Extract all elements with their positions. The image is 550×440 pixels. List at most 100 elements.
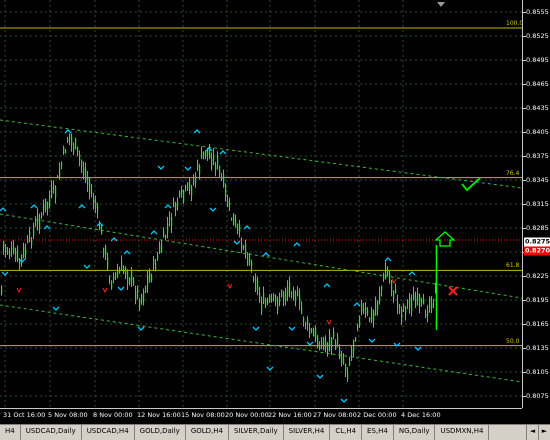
fib-level-label: 61.8 xyxy=(506,262,520,270)
candle-body xyxy=(191,187,193,197)
fractal-up-icon xyxy=(78,204,86,209)
current-price-tag: 0.8275 xyxy=(524,237,550,247)
candle-body xyxy=(377,300,379,310)
candle-body xyxy=(215,164,217,171)
chart-tab[interactable]: ES,H4 xyxy=(362,425,394,440)
candle-body xyxy=(257,280,259,290)
chart-tab[interactable]: CL,H4 xyxy=(330,425,363,440)
candle-body xyxy=(23,245,25,257)
candle-body xyxy=(311,328,313,332)
tab-scroll-arrows: ◄ ► xyxy=(526,425,550,440)
price-chart[interactable]: 100.0 76.4 61.8 50.0 xyxy=(0,0,523,408)
candle-body xyxy=(31,240,33,246)
chart-canvas[interactable] xyxy=(0,0,522,408)
candle-body xyxy=(163,230,165,238)
chart-tab[interactable]: H4 xyxy=(0,425,21,440)
price-tick-mark xyxy=(523,300,526,301)
chart-tab[interactable]: SILVER,H4 xyxy=(284,425,331,440)
candle-body xyxy=(237,224,239,231)
candle-body xyxy=(149,271,151,283)
candle-body xyxy=(429,298,431,309)
time-scale[interactable]: 31 Oct 16:00 5 Nov 08:00 8 Nov 00:00 12 Nov… xyxy=(0,408,522,425)
candle-body xyxy=(295,295,297,300)
candle-body xyxy=(273,293,275,298)
candle-body xyxy=(313,331,315,337)
candle-body xyxy=(147,275,149,287)
candle-body xyxy=(403,304,405,310)
time-tick-label: 31 Oct 16:00 xyxy=(3,411,46,419)
candle-body xyxy=(247,253,249,265)
time-tick-label: 27 Nov 08:00 xyxy=(313,411,357,419)
chart-tab[interactable]: NG,Daily xyxy=(394,425,436,440)
candle-body xyxy=(117,270,119,278)
chart-tab[interactable]: GOLD,Daily xyxy=(135,425,186,440)
candle-body xyxy=(103,247,105,256)
candle-body xyxy=(245,243,247,254)
fractal-up-icon xyxy=(219,150,227,155)
candle-body xyxy=(35,221,37,226)
candle-body xyxy=(99,225,101,229)
price-tick-label: 0.8165 xyxy=(526,320,549,328)
price-tick-mark xyxy=(523,372,526,373)
fractal-up-icon xyxy=(384,257,392,262)
candle-body xyxy=(433,299,435,302)
candle-body xyxy=(265,300,267,307)
price-scale[interactable]: 0.8555 0.8525 0.8495 0.8465 0.8435 0.8405 0.83… xyxy=(522,0,550,408)
candle-body xyxy=(359,316,361,326)
fib-level-label: 76.4 xyxy=(506,169,520,177)
candle-body xyxy=(77,146,79,152)
candle-body xyxy=(37,214,39,224)
price-tick-mark xyxy=(523,396,526,397)
candle-body xyxy=(361,303,363,312)
candle-body xyxy=(325,340,327,348)
time-tick-label: 22 Nov 16:00 xyxy=(268,411,312,419)
candle-body xyxy=(269,296,271,300)
candle-body xyxy=(177,202,179,206)
candle-body xyxy=(319,346,321,350)
candle-body xyxy=(85,168,87,181)
candle-body xyxy=(25,248,27,255)
candle-body xyxy=(69,133,71,140)
candle-body xyxy=(27,238,29,243)
candle-body xyxy=(5,246,7,253)
tab-scroll-left-icon[interactable]: ◄ xyxy=(526,425,538,440)
candle-body xyxy=(427,310,429,316)
candle-body xyxy=(229,202,231,205)
candle-body xyxy=(83,167,85,175)
time-tick-label: 8 Nov 00:00 xyxy=(93,411,133,419)
fractal-down-icon xyxy=(83,264,91,269)
fractal-up-icon xyxy=(0,207,7,212)
candle-body xyxy=(283,292,285,301)
candle-body xyxy=(189,180,191,191)
chart-tab[interactable]: USDCAD,Daily xyxy=(21,425,82,440)
candle-body xyxy=(329,333,331,345)
chart-tab[interactable]: USDCAD,H4 xyxy=(82,425,135,440)
candle-body xyxy=(405,307,407,316)
tab-scroll-right-icon[interactable]: ► xyxy=(538,425,550,440)
candle-body xyxy=(241,243,243,249)
candle-body xyxy=(165,235,167,239)
price-tick-mark xyxy=(523,132,526,133)
candle-body xyxy=(3,241,5,249)
candle-body xyxy=(309,328,311,336)
candle-body xyxy=(81,160,83,167)
price-tick-label: 0.8195 xyxy=(526,296,549,304)
candle-body xyxy=(259,292,261,298)
candle-body xyxy=(353,339,355,352)
candle-body xyxy=(109,277,111,282)
candle-body xyxy=(419,295,421,307)
sell-marker-icon xyxy=(102,287,108,294)
chart-tab[interactable]: SILVER,Daily xyxy=(229,425,284,440)
candle-body xyxy=(341,356,343,364)
candle-body xyxy=(357,326,359,330)
candle-body xyxy=(413,293,415,301)
candle-body xyxy=(161,243,163,253)
candle-body xyxy=(135,291,137,300)
candle-body xyxy=(159,245,161,253)
fractal-down-icon xyxy=(316,374,324,379)
candle-body xyxy=(183,190,185,202)
candle-body xyxy=(169,217,171,220)
chart-tab[interactable]: GOLD,H4 xyxy=(186,425,229,440)
chart-tab[interactable]: USDMXN,H4 xyxy=(435,425,490,440)
candle-body xyxy=(87,176,89,186)
